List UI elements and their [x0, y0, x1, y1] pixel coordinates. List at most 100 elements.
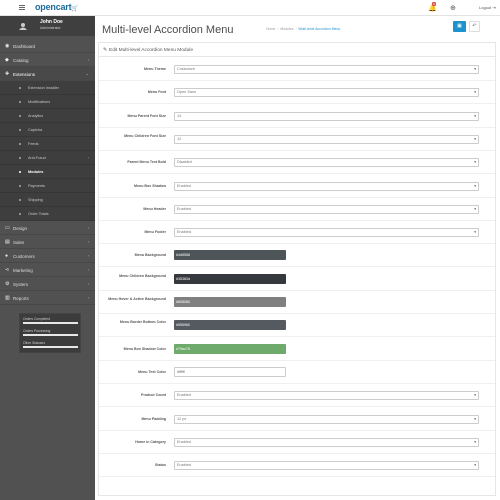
- save-button[interactable]: ▣: [453, 21, 466, 32]
- breadcrumb-home[interactable]: Home: [266, 27, 275, 31]
- field-label: Menu Children Background: [119, 273, 166, 278]
- sidebar-subitem-order-totals[interactable]: Order Totals: [0, 207, 95, 221]
- select-field[interactable]: Enabled ▾: [174, 228, 479, 238]
- field-label: Menu Background: [134, 253, 166, 258]
- chevron-right-icon: ›: [87, 155, 89, 160]
- sidebar-subitem-captcha[interactable]: Captcha: [0, 123, 95, 137]
- field-label: Menu Hover & Active Background: [108, 297, 166, 301]
- main-content: Multi-level Accordion Menu Home / Modules /…: [95, 16, 500, 500]
- color-input[interactable]: #79ac78: [174, 343, 286, 354]
- select-field[interactable]: Customize ▾: [174, 65, 479, 74]
- sign-out-icon: ⇥: [492, 4, 496, 10]
- sidebar-subitem-analytics[interactable]: Analytics: [0, 109, 95, 123]
- chevron-right-icon: ›: [87, 281, 89, 286]
- color-input[interactable]: #808080: [174, 297, 286, 307]
- avatar: [19, 23, 27, 30]
- sidebar-item-reports[interactable]: ▥ Reports ›: [0, 291, 95, 305]
- cog-icon: ⚙: [5, 281, 10, 287]
- color-input[interactable]: #35383d: [174, 273, 286, 284]
- caret-down-icon: ▾: [474, 90, 476, 95]
- panel-heading: ✎ Edit Multi-level Accordion Menu Module: [99, 43, 495, 57]
- form-row: Home in Category Enabled ▾: [99, 431, 495, 454]
- bullet-icon: [19, 185, 21, 187]
- form-row: Status Enabled ▾: [99, 454, 495, 478]
- sidebar-item-design[interactable]: ▭ Design ›: [0, 221, 95, 235]
- bullet-icon: [19, 171, 21, 173]
- desktop-icon: ▭: [5, 225, 10, 231]
- select-field[interactable]: 12 px ▾: [174, 414, 479, 424]
- caret-down-icon: ▾: [474, 67, 476, 71]
- field-label: Menu Footer: [144, 230, 166, 235]
- chevron-right-icon: ›: [87, 267, 89, 272]
- caret-down-icon: ▾: [474, 393, 476, 398]
- sidebar-subitem-payments[interactable]: Payments: [0, 179, 95, 193]
- opencart-logo[interactable]: opencart🛒: [35, 2, 79, 12]
- select-field[interactable]: Enabled ▾: [174, 461, 479, 471]
- progress-bar: [23, 346, 78, 348]
- breadcrumb-modules[interactable]: Modules: [280, 27, 293, 31]
- chevron-right-icon: ›: [87, 239, 89, 244]
- select-field[interactable]: 12 ▾: [174, 134, 479, 144]
- color-input[interactable]: #555960: [174, 320, 286, 331]
- field-label: Menu Children Font Size: [124, 133, 166, 138]
- progress-bar: [23, 334, 78, 336]
- panel-title: Edit Multi-level Accordion Menu Module: [109, 47, 193, 53]
- chevron-right-icon: ›: [87, 57, 89, 62]
- select-field[interactable]: Enabled ▾: [174, 181, 479, 191]
- select-field[interactable]: Enabled ▾: [174, 437, 479, 447]
- sidebar-item-dashboard[interactable]: ◉ Dashboard: [0, 39, 95, 53]
- form-row: Menu Children Background #35383d: [99, 268, 495, 291]
- tag-icon: ◆: [5, 57, 9, 63]
- cart-icon: ▤: [5, 239, 10, 245]
- sidebar-item-customers[interactable]: ● Customers ›: [0, 249, 95, 263]
- caret-down-icon: ▾: [474, 463, 476, 468]
- field-label: Home in Category: [135, 439, 166, 444]
- sidebar-subitem-shipping[interactable]: Shipping: [0, 193, 95, 207]
- life-ring-icon[interactable]: ⊕: [450, 4, 456, 12]
- select-field[interactable]: Disabled ▾: [174, 158, 479, 168]
- bullet-icon: [19, 143, 21, 145]
- select-field[interactable]: 14 ▾: [174, 111, 479, 121]
- bullet-icon: [19, 129, 21, 131]
- sidebar-subitem-feeds[interactable]: Feeds: [0, 137, 95, 151]
- field-label: Menu Border Bottom Color: [119, 320, 166, 325]
- back-button[interactable]: ↶: [469, 21, 480, 32]
- logout-link[interactable]: Logout ⇥: [479, 5, 496, 10]
- form-row: Menu Hover & Active Background #808080: [99, 291, 495, 314]
- menu-toggle-icon[interactable]: [19, 5, 25, 10]
- bullet-icon: [19, 87, 21, 89]
- sidebar-subitem-anti-fraud[interactable]: Anti-Fraud ›: [0, 151, 95, 165]
- select-field[interactable]: Open Sans ▾: [174, 88, 479, 98]
- sidebar-subitem-modifications[interactable]: Modifications: [0, 95, 95, 109]
- sidebar-item-extensions[interactable]: ✚ Extensions ⌄: [0, 67, 95, 81]
- top-header: opencart🛒 🔔 3 ⊕ Logout ⇥: [0, 0, 500, 16]
- select-field[interactable]: Enabled ▾: [174, 391, 479, 401]
- field-label: Menu Theme: [144, 67, 166, 71]
- field-label: Product Count: [141, 393, 166, 398]
- stat-orders-processing: Orders Processing: [23, 329, 78, 336]
- form-row: Menu Border Bottom Color #555960: [99, 314, 495, 338]
- sidebar-item-system[interactable]: ⚙ System ›: [0, 277, 95, 291]
- form-row: Menu Box Shadow Color #79ac78: [99, 338, 495, 361]
- sidebar-item-sales[interactable]: ▤ Sales ›: [0, 235, 95, 249]
- form-row: Menu Font Open Sans ▾: [99, 81, 495, 105]
- sidebar-item-catalog[interactable]: ◆ Catalog ›: [0, 53, 95, 67]
- sidebar-subitem-modules[interactable]: Modules: [0, 165, 95, 179]
- sidebar-item-marketing[interactable]: ⋖ Marketing ›: [0, 263, 95, 277]
- breadcrumb-current[interactable]: Multi-level Accordion Menu: [299, 27, 341, 31]
- field-label: Parent Menu Text Bold: [127, 160, 166, 165]
- share-icon: ⋖: [5, 267, 10, 273]
- sidebar-subitem-extension-installer[interactable]: Extension Installer: [0, 81, 95, 95]
- field-label: Menu Text Color: [138, 369, 166, 374]
- chevron-right-icon: ›: [87, 253, 89, 258]
- form-row: Menu Header Enabled ▾: [99, 198, 495, 221]
- caret-down-icon: ▾: [474, 136, 476, 141]
- field-label: Menu Padding: [141, 416, 166, 421]
- user-profile[interactable]: John Doe Administrator: [0, 16, 95, 36]
- color-input[interactable]: #4d5558: [174, 250, 286, 261]
- color-input[interactable]: #ffffff: [174, 366, 286, 377]
- caret-down-icon: ▾: [474, 183, 476, 188]
- bullet-icon: [19, 213, 21, 215]
- select-field[interactable]: Enabled ▾: [174, 204, 479, 214]
- form-row: Menu Padding 12 px ▾: [99, 408, 495, 431]
